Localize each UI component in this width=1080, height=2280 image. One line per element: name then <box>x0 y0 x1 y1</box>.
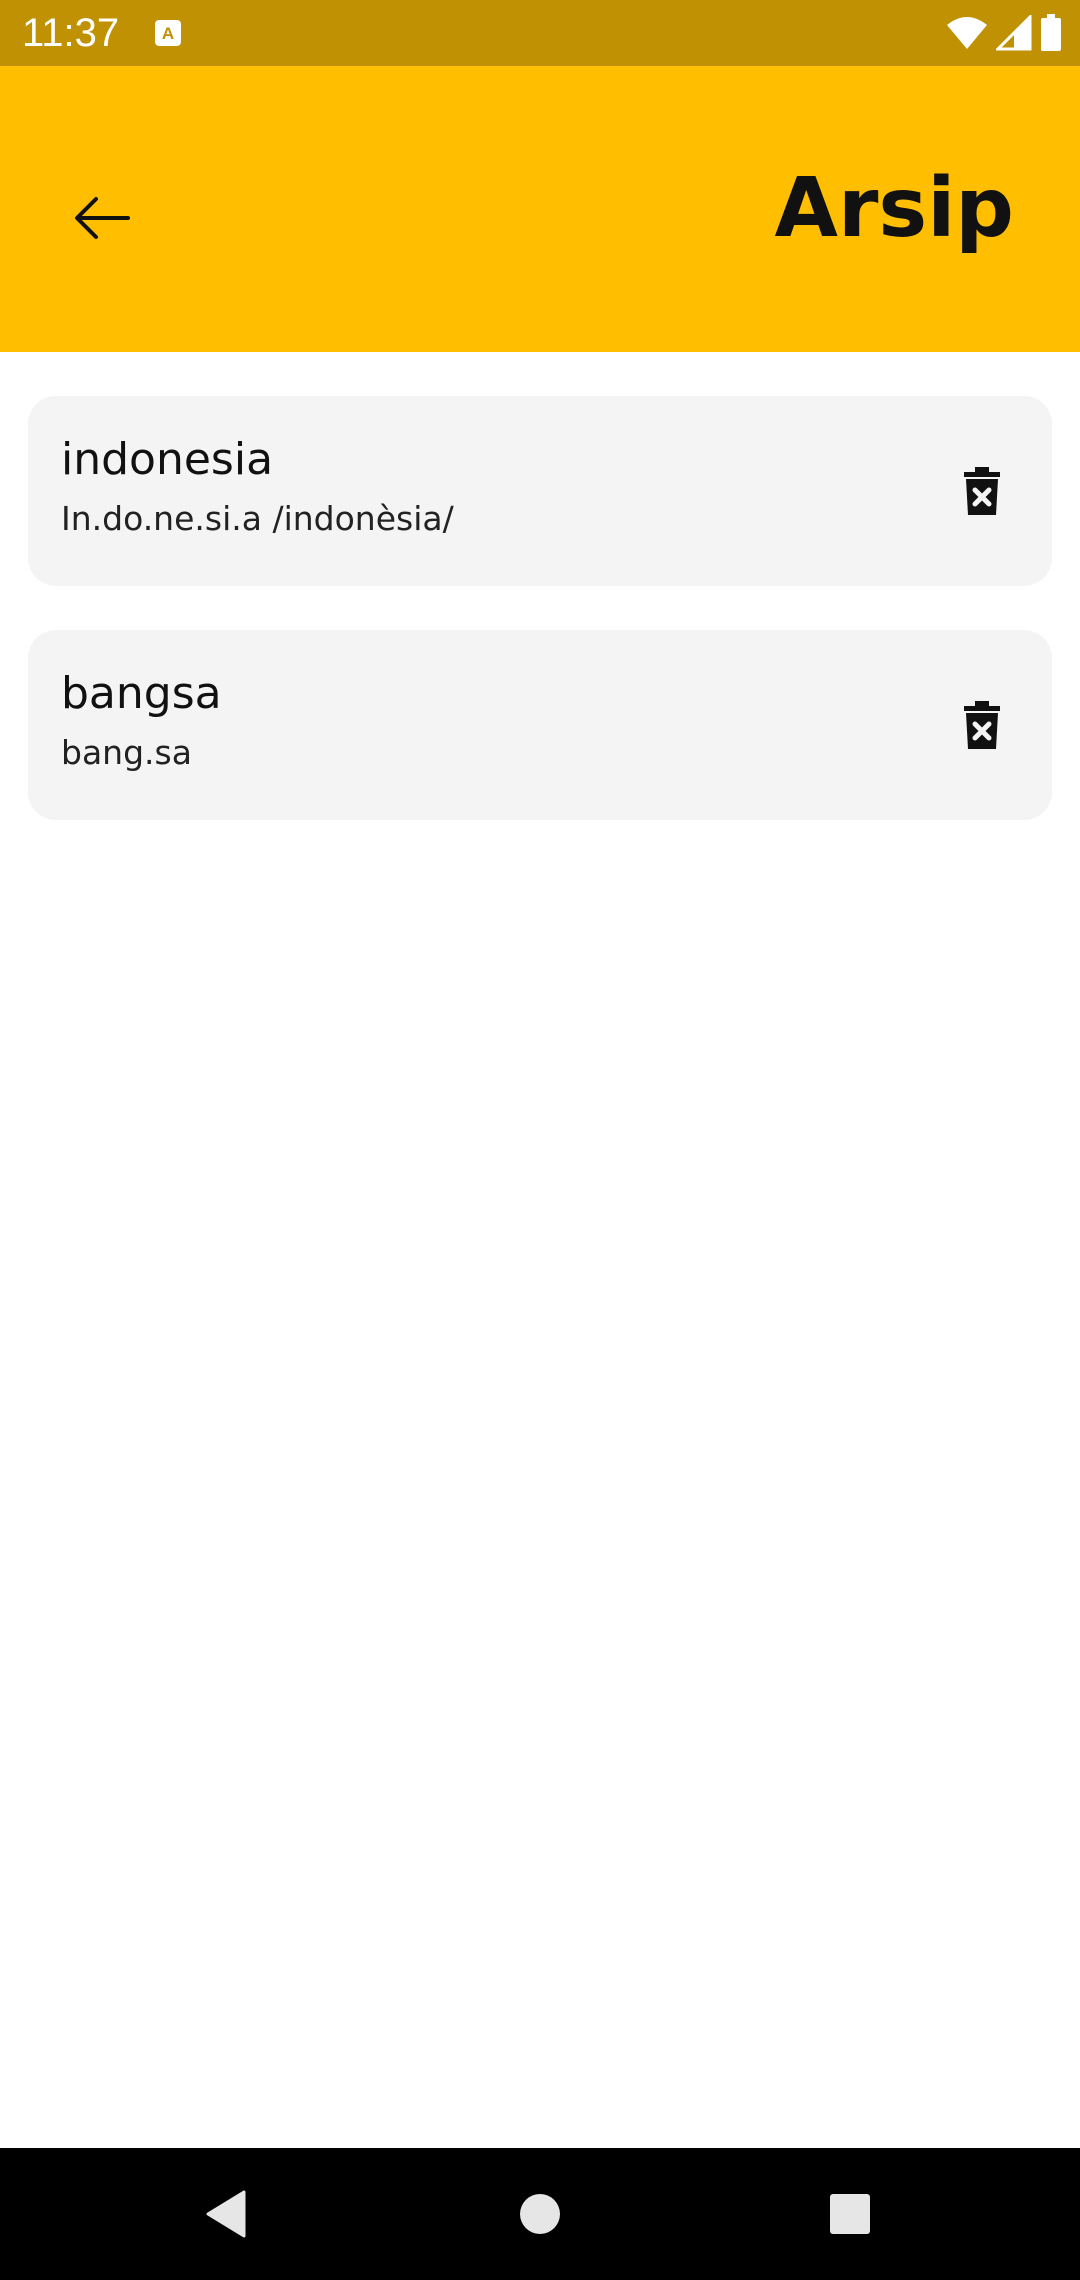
arrow-back-icon <box>75 197 130 239</box>
list-item[interactable]: bangsa bang.sa <box>28 630 1052 820</box>
svg-text:A: A <box>162 24 174 43</box>
delete-button[interactable] <box>942 451 1022 531</box>
battery-icon <box>1041 14 1061 51</box>
nav-back-button[interactable] <box>186 2174 266 2254</box>
status-bar: 11:37 A <box>0 0 1080 66</box>
item-syllables: bang.sa <box>61 733 192 772</box>
recents-square-icon <box>830 2194 870 2234</box>
home-circle-icon <box>520 2194 560 2234</box>
delete-icon <box>964 701 1000 749</box>
item-syllables: In.do.ne.si.a /indonèsia/ <box>61 499 454 538</box>
wifi-icon <box>947 17 987 49</box>
signal-icon <box>996 15 1032 51</box>
status-time: 11:37 <box>22 11 120 55</box>
nav-recents-button[interactable] <box>810 2174 890 2254</box>
page-title: Arsip <box>774 161 1014 256</box>
delete-icon <box>964 467 1000 515</box>
status-icons <box>946 14 1062 52</box>
app-bar: Arsip <box>0 66 1080 352</box>
back-button[interactable] <box>54 170 150 266</box>
nav-home-button[interactable] <box>500 2174 580 2254</box>
item-word: indonesia <box>61 434 274 485</box>
back-triangle-icon <box>206 2190 246 2238</box>
navigation-bar <box>0 2148 1080 2280</box>
list-item[interactable]: indonesia In.do.ne.si.a /indonèsia/ <box>28 396 1052 586</box>
archive-list: indonesia In.do.ne.si.a /indonèsia/ bang… <box>28 396 1052 864</box>
item-word: bangsa <box>61 668 222 719</box>
app-notification-icon: A <box>155 20 181 46</box>
delete-button[interactable] <box>942 685 1022 765</box>
